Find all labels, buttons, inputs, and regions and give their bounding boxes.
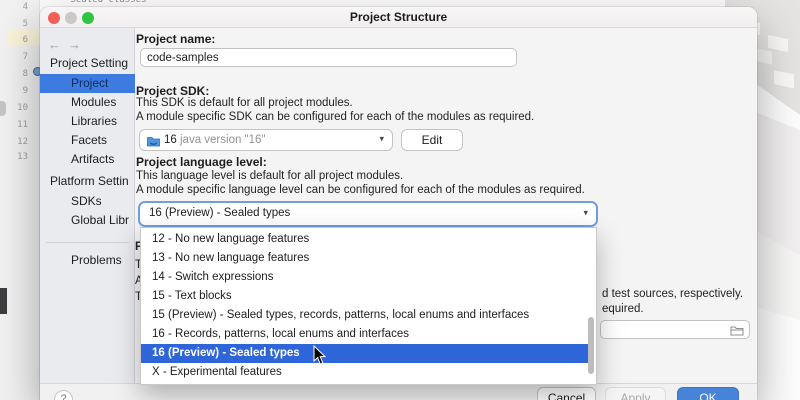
code-comment-fragment: * Sealed classes — [60, 0, 147, 5]
sidebar-item-global-libraries[interactable]: Global Libr — [40, 211, 135, 230]
back-icon[interactable]: ← — [48, 37, 61, 52]
language-level-value: 16 (Preview) - Sealed types — [149, 207, 290, 219]
dropdown-option[interactable]: 15 - Text blocks — [141, 287, 596, 306]
project-name-label: Project name: — [136, 32, 215, 46]
dropdown-option-selected[interactable]: 16 (Preview) - Sealed types — [141, 344, 589, 363]
sidebar-item-artifacts[interactable]: Artifacts — [40, 150, 135, 169]
sdk-detail-text: java version "16" — [180, 134, 266, 146]
project-name-input[interactable] — [140, 48, 517, 67]
dialog-title: Project Structure — [40, 7, 757, 28]
dropdown-option[interactable]: 13 - No new language features — [141, 249, 596, 268]
sidebar-item-facets[interactable]: Facets — [40, 131, 135, 150]
sdk-icon — [147, 135, 160, 147]
sdk-description-2: A module specific SDK can be configured … — [136, 111, 534, 123]
apply-button[interactable]: Apply — [605, 387, 666, 400]
dropdown-scrollbar-thumb[interactable] — [588, 317, 594, 374]
line-number: 13 — [0, 152, 28, 162]
sidebar-item-sdks[interactable]: SDKs — [40, 192, 135, 211]
chevron-down-icon: ▾ — [583, 208, 588, 219]
screen: 4 5 6 7 8 9 10 11 12 13 * Sealed classes… — [0, 0, 800, 400]
dropdown-option[interactable]: 14 - Switch expressions — [141, 268, 596, 287]
sdk-description-1: This SDK is default for all project modu… — [136, 97, 353, 109]
sidebar-item-project[interactable]: Project — [40, 74, 135, 93]
line-number: 7 — [0, 52, 28, 62]
sidebar-item-modules[interactable]: Modules — [40, 93, 135, 112]
sidebar-item-problems[interactable]: Problems — [40, 251, 135, 270]
compiler-output-text-fragment: d test sources, respectively. — [602, 288, 743, 300]
tool-window-stripe-fragment — [0, 288, 7, 314]
line-number: 5 — [0, 19, 28, 29]
zoom-window-button[interactable] — [82, 12, 94, 24]
sidebar-group-platform-settings: Platform Settin — [50, 174, 129, 188]
ok-button[interactable]: OK — [677, 387, 739, 400]
sdk-version-text: 16 — [164, 134, 177, 146]
editor-side-marker — [0, 101, 6, 116]
dialog-titlebar[interactable]: Project Structure — [40, 7, 757, 28]
language-level-combobox[interactable]: 16 (Preview) - Sealed types ▾ — [138, 201, 598, 227]
sidebar-separator — [46, 242, 129, 243]
sidebar-item-libraries[interactable]: Libraries — [40, 112, 135, 131]
language-level-description-2: A module specific language level can be … — [136, 184, 585, 196]
dropdown-option[interactable]: 12 - No new language features — [141, 230, 596, 249]
line-number: 9 — [0, 86, 28, 96]
cancel-button[interactable]: Cancel — [537, 387, 596, 400]
dropdown-option[interactable]: 16 - Records, patterns, local enums and … — [141, 325, 596, 344]
edit-sdk-button[interactable]: Edit — [401, 129, 463, 151]
sidebar-group-project-settings: Project Setting — [50, 56, 128, 70]
compiler-output-path-field[interactable] — [600, 320, 750, 339]
language-level-dropdown-list: 12 - No new language features 13 - No ne… — [140, 227, 597, 385]
project-sdk-label: Project SDK: — [136, 84, 209, 98]
line-number: 6 — [0, 35, 28, 45]
folder-icon[interactable] — [730, 325, 744, 336]
language-level-description-1: This language level is default for all p… — [136, 170, 403, 182]
close-window-button[interactable] — [48, 12, 60, 24]
mouse-cursor — [313, 345, 327, 365]
language-level-label: Project language level: — [136, 155, 267, 169]
line-number: 11 — [0, 120, 28, 130]
line-number: 8 — [0, 69, 28, 79]
line-number: 4 — [0, 2, 28, 12]
compiler-output-text-fragment: equired. — [602, 303, 644, 315]
dropdown-option[interactable]: 15 (Preview) - Sealed types, records, pa… — [141, 306, 596, 325]
dropdown-option[interactable]: X - Experimental features — [141, 363, 596, 382]
chevron-down-icon: ▾ — [379, 134, 384, 145]
line-number: 12 — [0, 137, 28, 147]
minimize-window-button[interactable] — [65, 12, 77, 24]
project-sdk-combobox[interactable]: 16 java version "16" ▾ — [139, 129, 393, 151]
forward-icon[interactable]: → — [68, 37, 81, 52]
